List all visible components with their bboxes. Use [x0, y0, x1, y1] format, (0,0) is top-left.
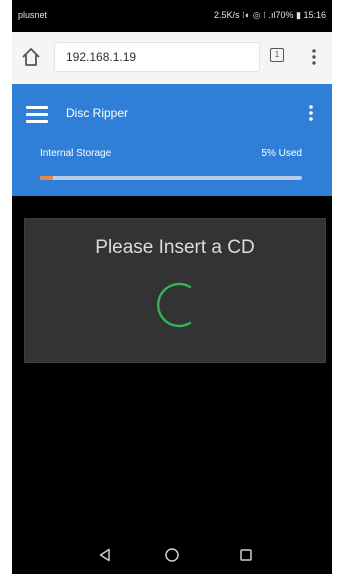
more-vert-icon[interactable]	[304, 102, 318, 124]
recents-square-icon[interactable]	[240, 549, 252, 561]
app-bar: Disc Ripper Internal Storage 5% Used	[12, 84, 332, 196]
tab-count: 1	[274, 50, 280, 59]
browser-toolbar: 192.168.1.19 1	[12, 32, 332, 85]
storage-progress-fill	[40, 176, 54, 180]
loading-spinner-icon	[156, 282, 192, 328]
back-triangle-icon[interactable]	[98, 548, 112, 562]
url-field[interactable]: 192.168.1.19	[54, 42, 260, 72]
storage-used-text: 5% Used	[261, 148, 302, 159]
android-nav-bar	[12, 538, 332, 574]
tabs-icon[interactable]: 1	[270, 48, 284, 62]
more-vert-icon[interactable]	[304, 46, 324, 68]
home-circle-icon[interactable]	[164, 547, 180, 563]
storage-progress-bar	[40, 176, 302, 180]
status-bar: plusnet 2.5K/s ⁝◐ ◎ ⁝ .ıl70% ▮ 15:16	[12, 0, 332, 32]
app-title: Disc Ripper	[66, 106, 129, 120]
phone-screen: plusnet 2.5K/s ⁝◐ ◎ ⁝ .ıl70% ▮ 15:16 192…	[12, 0, 332, 574]
hamburger-icon[interactable]	[26, 106, 48, 123]
carrier-label: plusnet	[18, 10, 48, 20]
status-indicators: 2.5K/s ⁝◐ ◎ ⁝ .ıl70% ▮ 15:16	[213, 10, 326, 20]
home-icon[interactable]	[20, 46, 42, 68]
storage-label: Internal Storage	[40, 148, 112, 159]
insert-cd-message: Please Insert a CD	[95, 237, 255, 258]
insert-cd-card: Please Insert a CD	[24, 218, 326, 363]
